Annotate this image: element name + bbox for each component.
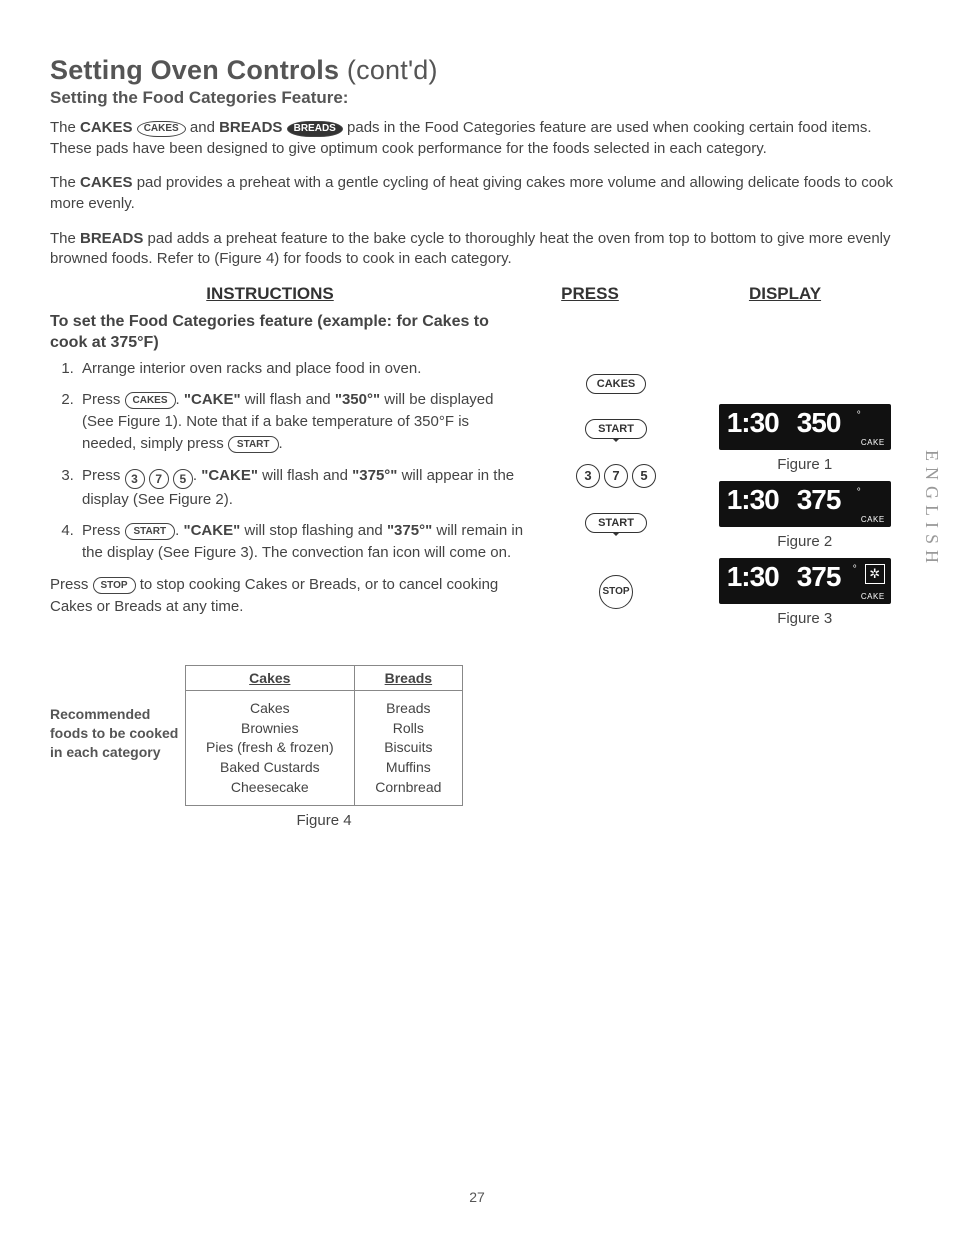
- press-start-button-2: START: [585, 513, 647, 533]
- th-cakes: Cakes: [186, 666, 355, 691]
- example-title: To set the Food Categories feature (exam…: [50, 312, 527, 354]
- table-label: Recommended foods to be cooked in each c…: [50, 665, 185, 762]
- step-4: Press START. "CAKE" will stop flashing a…: [78, 520, 527, 564]
- figure-4-caption: Figure 4: [185, 812, 463, 829]
- page-number: 27: [50, 1189, 904, 1205]
- key-3-icon: 3: [125, 469, 145, 489]
- figure-2-caption: Figure 2: [705, 533, 904, 550]
- fan-icon: ✲: [865, 564, 885, 584]
- cakes-key-icon: CAKES: [125, 392, 176, 409]
- post-steps: Press STOP to stop cooking Cakes or Brea…: [50, 574, 527, 619]
- td-breads-items: Breads Rolls Biscuits Muffins Cornbread: [354, 691, 462, 806]
- display-temp: 350: [797, 407, 841, 439]
- key-7-icon: 7: [149, 469, 169, 489]
- page-title: Setting Oven Controls (cont'd): [50, 55, 904, 86]
- title-contd: (cont'd): [347, 55, 438, 85]
- display-time: 1:30: [727, 407, 779, 439]
- language-indicator: ENGLISH: [921, 450, 942, 569]
- col-header-instructions: INSTRUCTIONS: [50, 284, 490, 304]
- display-mode: CAKE: [861, 515, 885, 524]
- press-column: CAKES START 375 START STOP: [527, 312, 706, 634]
- col-header-press: PRESS: [490, 284, 690, 304]
- press-7-button: 7: [604, 464, 628, 488]
- th-breads: Breads: [354, 666, 462, 691]
- steps-list: Arrange interior oven racks and place fo…: [50, 358, 527, 564]
- display-panel-2: 1:30 375 ° CAKE: [719, 481, 891, 527]
- title-main: Setting Oven Controls: [50, 55, 339, 85]
- start-key-icon: START: [228, 436, 279, 453]
- press-5-button: 5: [632, 464, 656, 488]
- display-time: 1:30: [727, 484, 779, 516]
- figure-3-caption: Figure 3: [705, 610, 904, 627]
- press-cakes-button: CAKES: [586, 374, 647, 394]
- breads-pad-icon: BREADS: [287, 121, 343, 137]
- display-panel-1: 1:30 350 ° CAKE: [719, 404, 891, 450]
- intro-para-3: The BREADS pad adds a preheat feature to…: [50, 229, 904, 270]
- display-temp: 375: [797, 561, 841, 593]
- section-subhead: Setting the Food Categories Feature:: [50, 88, 904, 108]
- intro-para-2: The CAKES pad provides a preheat with a …: [50, 173, 904, 214]
- step-3: Press 3 7 5. "CAKE" will flash and "375°…: [78, 465, 527, 511]
- figure-1-caption: Figure 1: [705, 456, 904, 473]
- display-mode: CAKE: [861, 592, 885, 601]
- intro-para-1: The CAKES CAKES and BREADS BREADS pads i…: [50, 118, 904, 159]
- col-header-display: DISPLAY: [690, 284, 880, 304]
- press-start-button: START: [585, 419, 647, 439]
- key-5-icon: 5: [173, 469, 193, 489]
- display-column: 1:30 350 ° CAKE Figure 1 1:30 375 ° CAKE…: [705, 312, 904, 635]
- display-panel-3: 1:30 375 ° ✲ CAKE: [719, 558, 891, 604]
- display-mode: CAKE: [861, 438, 885, 447]
- display-temp: 375: [797, 484, 841, 516]
- press-3-button: 3: [576, 464, 600, 488]
- recommended-foods-table: Cakes Breads Cakes Brownies Pies (fresh …: [185, 665, 463, 806]
- press-stop-button: STOP: [599, 575, 633, 609]
- start-key-icon: START: [125, 523, 176, 540]
- display-time: 1:30: [727, 561, 779, 593]
- step-2: Press CAKES. "CAKE" will flash and "350°…: [78, 389, 527, 454]
- td-cakes-items: Cakes Brownies Pies (fresh & frozen) Bak…: [186, 691, 355, 806]
- cakes-pad-icon: CAKES: [137, 121, 186, 137]
- step-1: Arrange interior oven racks and place fo…: [78, 358, 527, 380]
- stop-key-icon: STOP: [93, 577, 136, 594]
